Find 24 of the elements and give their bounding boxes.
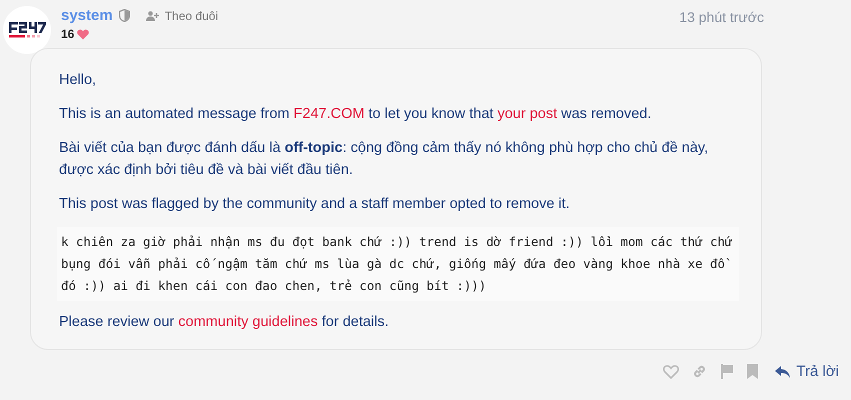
link[interactable]: community guidelines	[178, 314, 318, 330]
bookmark-icon[interactable]	[747, 364, 758, 379]
shield-icon	[118, 9, 130, 22]
flag-icon[interactable]	[720, 364, 734, 379]
code-block: k chiên za giờ phải nhận ms đu đọt bank chứ :)) trend is dờ friend :)) lồi mom các thứ chứ bụng đói vẫn phải cố ngậm tăm chứ ms lùa gà dc chứ, giống mấy đứa đeo vàng khoe nhà xe đồ đó :)) ai đi khen cái con đao chen, trẻ con cũng bít :)))	[57, 227, 739, 301]
message-paragraph: Bài viết của bạn được đánh dấu là off-topic: cộng đồng cảm thấy nó không phù hợp cho chủ đề này, được xác định bởi tiêu đề và bài viết đầu tiên.	[59, 139, 710, 180]
like-count: 16	[61, 27, 74, 41]
link-icon[interactable]	[692, 364, 708, 379]
add-user-icon	[146, 10, 159, 20]
avatar[interactable]	[3, 6, 51, 54]
message-paragraph: Please review our community guidelines for details.	[59, 313, 390, 332]
username[interactable]: system	[61, 7, 113, 24]
reply-icon	[775, 366, 790, 378]
message-paragraph: This is an automated message from F247.COM to let you know that your post was removed.	[59, 105, 652, 124]
message-paragraph: This post was flagged by the community and a staff member opted to remove it.	[59, 195, 571, 214]
heart-icon[interactable]	[663, 364, 680, 378]
heart-icon	[77, 28, 90, 40]
link[interactable]: your post	[497, 106, 558, 122]
message-paragraph: Hello,	[59, 71, 98, 90]
reply-button[interactable]: Trả lời	[771, 363, 847, 380]
link[interactable]: F247.COM	[294, 106, 364, 122]
logo-icon	[7, 20, 47, 40]
follow-link[interactable]: Theo đuôi	[164, 8, 218, 22]
post-time: 13 phút trước	[679, 8, 764, 25]
